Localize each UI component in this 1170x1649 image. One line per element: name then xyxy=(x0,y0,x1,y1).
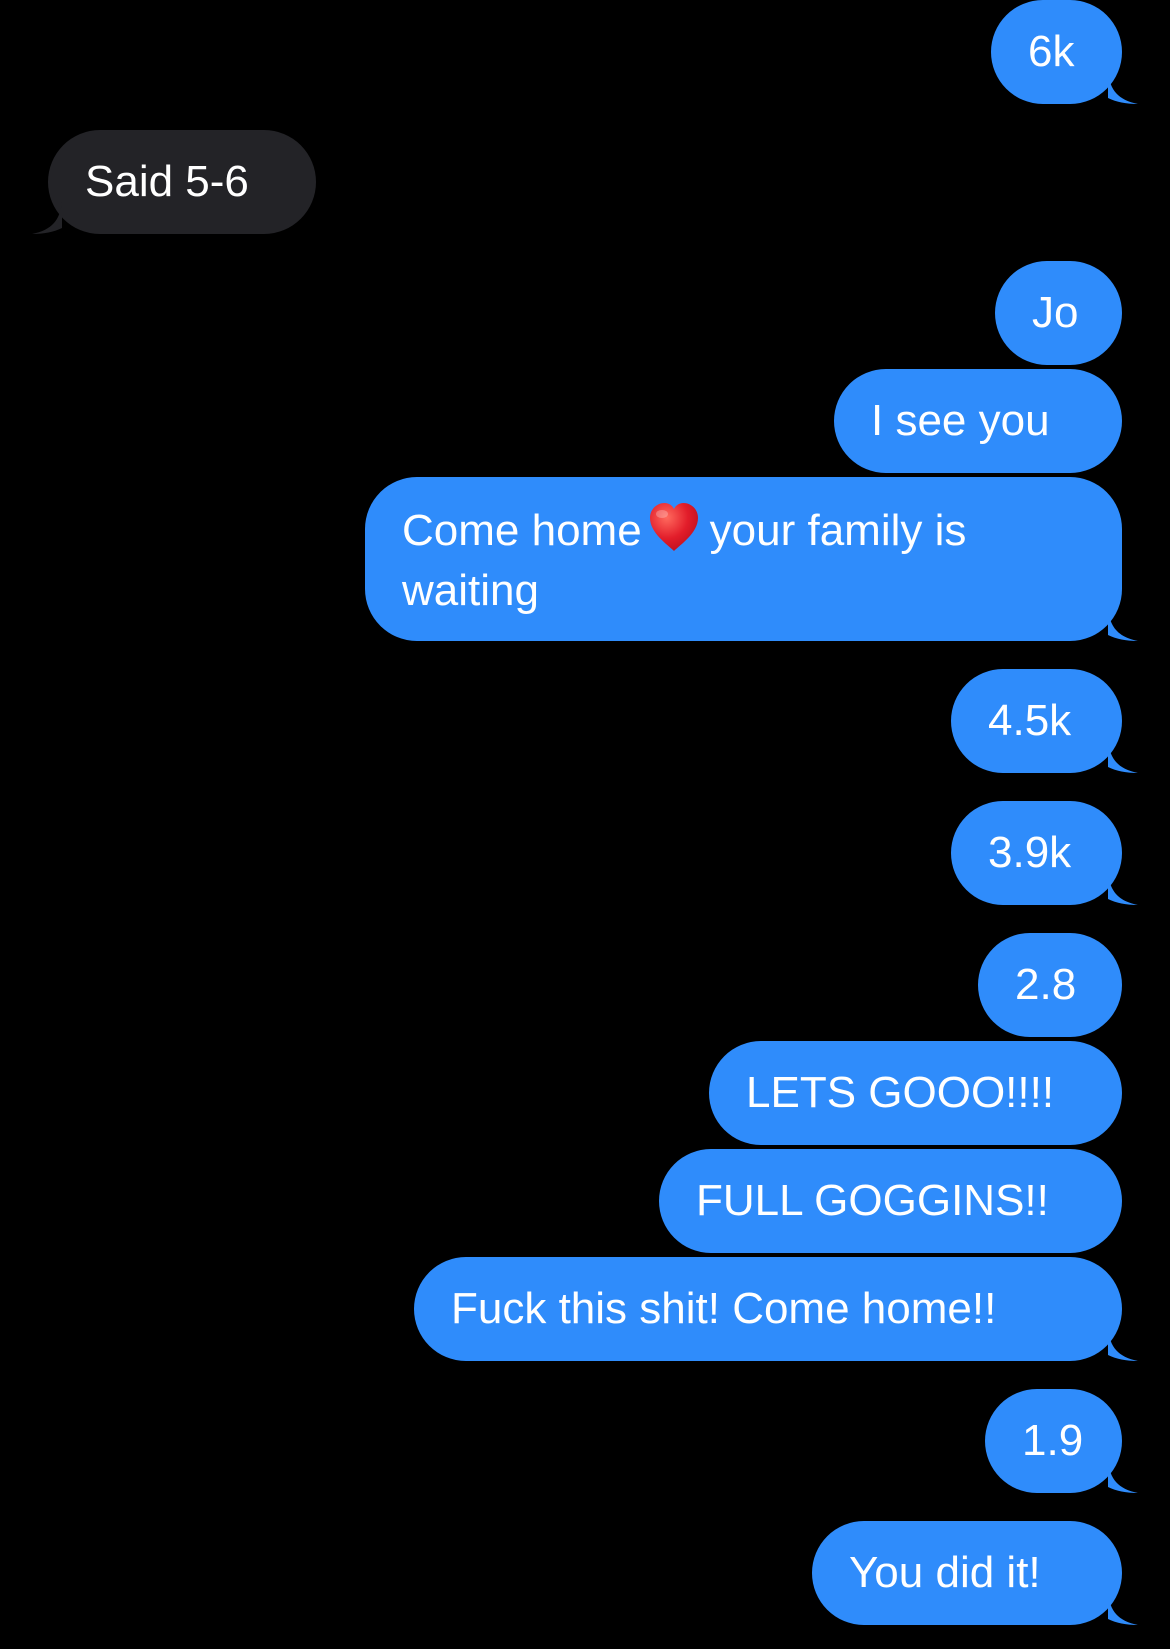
bubble-tail-icon xyxy=(1108,72,1138,104)
message-text: LETS GOOO!!!! xyxy=(746,1068,1055,1117)
message-text: I see you xyxy=(871,396,1050,445)
message-text: Fuck this shit! Come home!! xyxy=(451,1284,997,1333)
message-text-part: Come home xyxy=(402,506,642,555)
bubble-tail-icon xyxy=(32,202,62,234)
message-bubble-sent[interactable]: 4.5k xyxy=(951,669,1138,773)
heart-emoji-icon xyxy=(649,503,698,551)
bubble-tail-icon xyxy=(1108,1593,1138,1625)
message-text: 3.9k xyxy=(988,828,1072,877)
bubble-tail-icon xyxy=(1108,741,1138,773)
message-text: 1.9 xyxy=(1022,1416,1084,1465)
message-bubble-sent[interactable]: Fuck this shit! Come home!! xyxy=(414,1257,1138,1361)
message-bubble-sent[interactable]: FULL GOGGINS!! xyxy=(659,1149,1122,1253)
message-bubble-sent[interactable]: Come home your family is waiting xyxy=(365,477,1138,641)
message-text: You did it! xyxy=(849,1548,1041,1597)
message-bubble-received[interactable]: Said 5-6 xyxy=(32,130,316,234)
message-bubble-sent[interactable]: I see you xyxy=(834,369,1122,473)
message-bubble-sent[interactable]: Jo xyxy=(995,261,1122,365)
message-bubble-sent[interactable]: 6k xyxy=(991,0,1138,104)
bubble-tail-icon xyxy=(1108,1461,1138,1493)
message-text: 6k xyxy=(1028,27,1075,76)
message-bubble-sent[interactable]: 1.9 xyxy=(985,1389,1138,1493)
bubble-tail-icon xyxy=(1108,873,1138,905)
message-text: FULL GOGGINS!! xyxy=(696,1176,1049,1225)
message-text: Jo xyxy=(1032,288,1079,337)
message-text: Said 5-6 xyxy=(85,157,249,206)
bubble-tail-icon xyxy=(1108,1329,1138,1361)
message-text: 4.5k xyxy=(988,696,1072,745)
message-bubble-sent[interactable]: LETS GOOO!!!! xyxy=(709,1041,1122,1145)
bubble-tail-icon xyxy=(1108,609,1138,641)
message-text: 2.8 xyxy=(1015,960,1077,1009)
message-bubble-sent[interactable]: 2.8 xyxy=(978,933,1122,1037)
message-bubble-sent[interactable]: 3.9k xyxy=(951,801,1138,905)
message-bubble-sent[interactable]: You did it! xyxy=(812,1521,1138,1625)
